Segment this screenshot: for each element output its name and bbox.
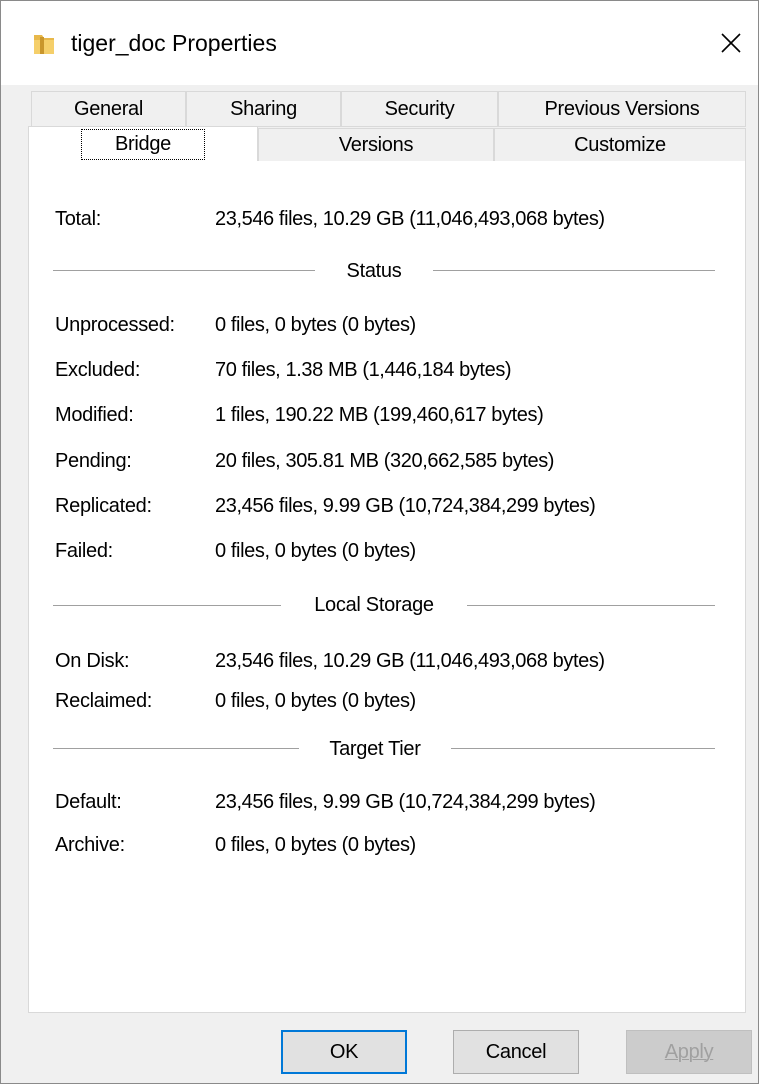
folder-icon (31, 31, 57, 57)
local-storage-separator-left (53, 605, 281, 606)
excluded-value: 70 files, 1.38 MB (1,446,184 bytes) (215, 359, 512, 381)
window-title: tiger_doc Properties (71, 30, 277, 56)
tab-sharing[interactable]: Sharing (186, 91, 341, 127)
title-bar[interactable]: tiger_doc Properties (1, 1, 758, 85)
tab-label: Versions (338, 133, 414, 156)
tab-bridge[interactable]: Bridge (28, 126, 258, 162)
tab-label: Security (384, 97, 455, 120)
cancel-button-label: Cancel (485, 1040, 547, 1063)
failed-label: Failed: (55, 540, 113, 562)
excluded-label: Excluded: (55, 359, 141, 381)
failed-value: 0 files, 0 bytes (0 bytes) (215, 540, 416, 562)
tab-label: Sharing (230, 97, 297, 120)
tab-versions[interactable]: Versions (258, 128, 494, 162)
ok-button-label: OK (329, 1040, 359, 1063)
apply-button[interactable]: Apply (626, 1030, 752, 1074)
close-button[interactable] (713, 25, 749, 61)
cancel-button[interactable]: Cancel (453, 1030, 579, 1074)
target-tier-separator-right (451, 748, 715, 749)
modified-label: Modified: (55, 404, 134, 426)
status-separator-left (53, 270, 315, 271)
tab-label: Previous Versions (544, 97, 700, 120)
default-label: Default: (55, 791, 122, 813)
local-storage-heading: Local Storage (314, 594, 434, 616)
pending-label: Pending: (55, 450, 132, 472)
replicated-value: 23,456 files, 9.99 GB (10,724,384,299 by… (215, 495, 596, 517)
bridge-panel: Total: 23,546 files, 10.29 GB (11,046,49… (28, 161, 746, 1013)
target-tier-separator-left (53, 748, 299, 749)
tab-general[interactable]: General (31, 91, 186, 127)
target-tier-heading: Target Tier (329, 738, 421, 760)
total-label: Total: (55, 208, 102, 230)
unprocessed-value: 0 files, 0 bytes (0 bytes) (215, 314, 416, 336)
tab-label: General (73, 97, 144, 120)
total-value: 23,546 files, 10.29 GB (11,046,493,068 b… (215, 208, 605, 230)
reclaimed-value: 0 files, 0 bytes (0 bytes) (215, 690, 416, 712)
close-icon (721, 33, 741, 53)
apply-button-label: Apply (664, 1040, 714, 1063)
ok-button[interactable]: OK (281, 1030, 407, 1074)
on-disk-label: On Disk: (55, 650, 130, 672)
on-disk-value: 23,546 files, 10.29 GB (11,046,493,068 b… (215, 650, 605, 672)
pending-value: 20 files, 305.81 MB (320,662,585 bytes) (215, 450, 555, 472)
reclaimed-label: Reclaimed: (55, 690, 153, 712)
tab-customize[interactable]: Customize (494, 128, 746, 162)
local-storage-separator-right (467, 605, 715, 606)
tab-label: Bridge (80, 129, 206, 160)
modified-value: 1 files, 190.22 MB (199,460,617 bytes) (215, 404, 544, 426)
tab-label: Customize (574, 133, 666, 156)
default-value: 23,456 files, 9.99 GB (10,724,384,299 by… (215, 791, 596, 813)
unprocessed-label: Unprocessed: (55, 314, 175, 336)
status-separator-right (433, 270, 715, 271)
replicated-label: Replicated: (55, 495, 152, 517)
archive-label: Archive: (55, 834, 125, 856)
tab-previous-versions[interactable]: Previous Versions (498, 91, 746, 127)
archive-value: 0 files, 0 bytes (0 bytes) (215, 834, 416, 856)
properties-dialog: tiger_doc Properties General Sharing Sec… (0, 0, 759, 1084)
status-heading: Status (346, 260, 402, 282)
tab-security[interactable]: Security (341, 91, 498, 127)
